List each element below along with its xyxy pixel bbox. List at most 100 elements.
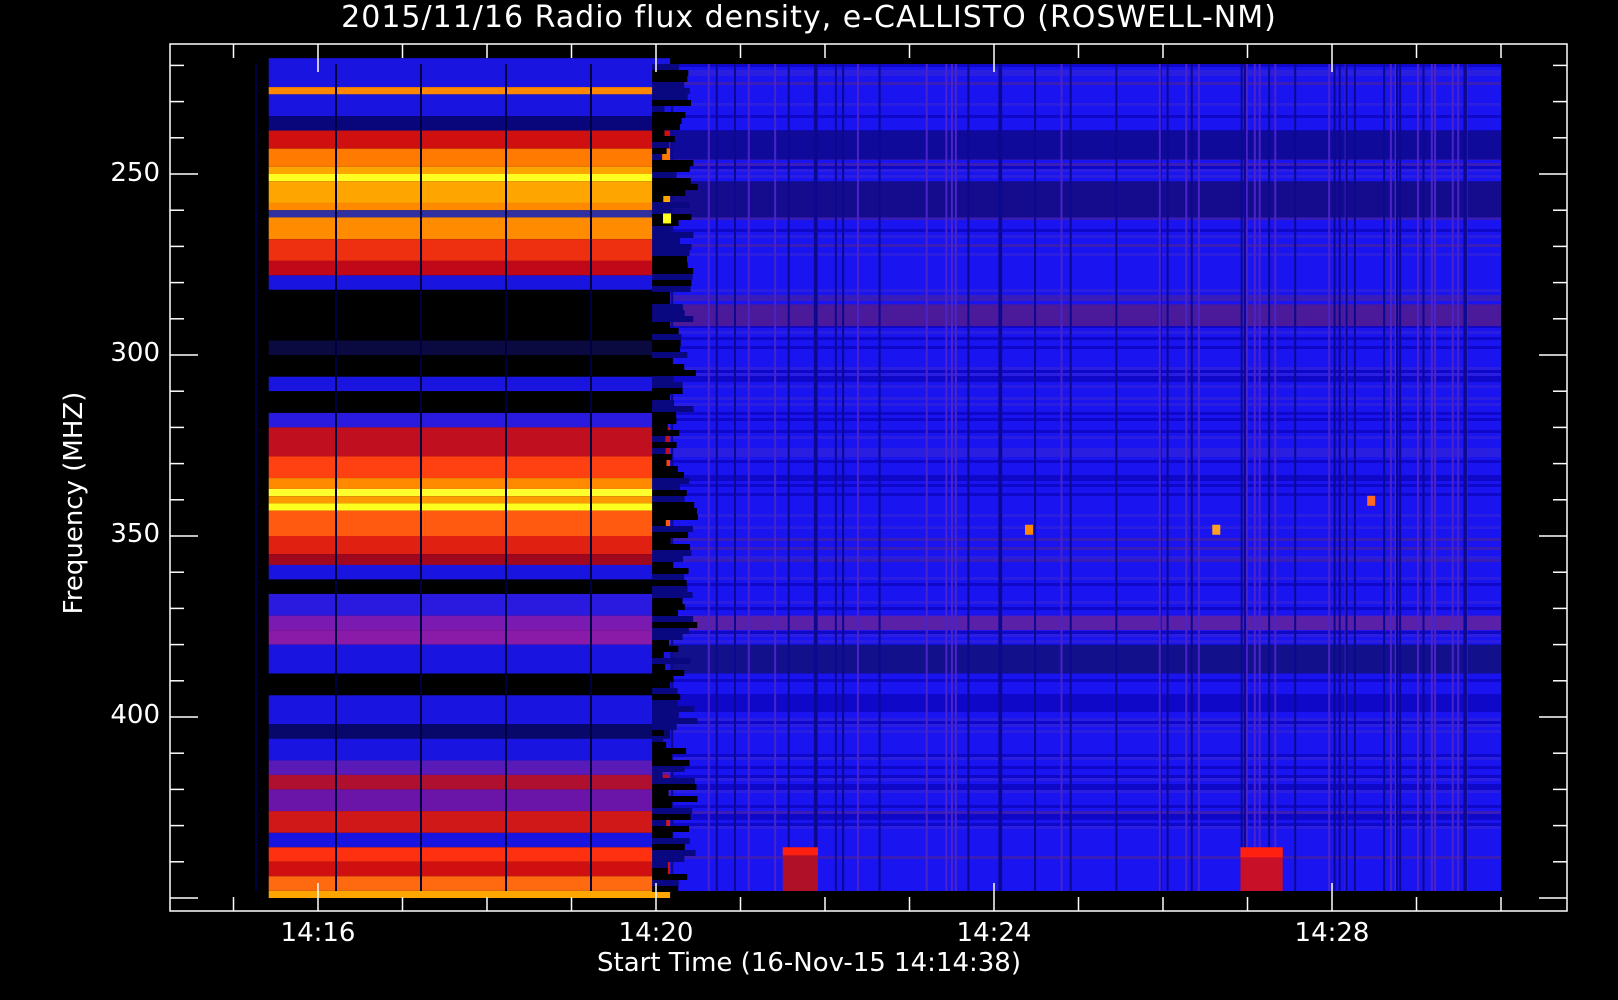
spectrogram-streak xyxy=(1464,64,1467,891)
spectrogram-background-band xyxy=(670,70,1501,73)
emission-band xyxy=(268,260,671,276)
spectrogram-streak xyxy=(1416,64,1419,891)
spectrogram-streak xyxy=(420,64,422,891)
transition-edge xyxy=(652,676,674,682)
transition-edge xyxy=(652,868,668,874)
spectrogram-streak xyxy=(715,64,718,891)
spectrogram-streak xyxy=(878,64,881,891)
transition-edge xyxy=(652,100,691,106)
transition-edge xyxy=(652,346,681,352)
spectrogram-streak xyxy=(925,64,928,891)
transition-edge xyxy=(652,118,682,124)
transition-edge xyxy=(652,304,683,310)
transition-edge xyxy=(652,586,688,592)
spectrogram-background-band xyxy=(670,451,1501,454)
spectrogram-background-band xyxy=(670,82,1501,85)
transition-edge xyxy=(652,616,694,622)
transition-edge xyxy=(652,166,690,172)
burst-dot xyxy=(1212,524,1221,535)
transition-edge xyxy=(652,790,669,796)
emission-band xyxy=(268,630,671,645)
transition-edge xyxy=(652,478,690,484)
spectrogram-background-band xyxy=(670,103,1501,106)
transition-edge xyxy=(652,406,694,412)
emission-band xyxy=(268,832,671,848)
spectrogram-background-band xyxy=(670,403,1501,406)
spectrogram-background-band xyxy=(670,817,1501,820)
spectrogram-streak xyxy=(856,64,859,891)
emission-band xyxy=(268,87,671,95)
transition-edge xyxy=(652,874,688,880)
spectrogram-background-band xyxy=(670,418,1501,421)
y-tick-label: 350 xyxy=(110,519,160,549)
transition-edge xyxy=(652,76,688,82)
transition-edge xyxy=(652,772,663,778)
spectrogram-streak xyxy=(1338,64,1341,891)
spectrogram-streak xyxy=(1115,64,1118,891)
transition-edge xyxy=(652,88,690,94)
emission-band xyxy=(268,774,671,790)
transition-edge xyxy=(652,244,692,250)
spectrogram-streak xyxy=(1069,64,1072,891)
transition-edge xyxy=(652,82,685,88)
spectrogram-background-band xyxy=(670,115,1501,118)
spectrogram-streak xyxy=(998,64,1001,891)
spectrogram-streak xyxy=(335,64,337,891)
transition-edge xyxy=(652,628,689,634)
spectrogram-background-band xyxy=(670,367,1501,370)
spectrogram-streak xyxy=(1274,64,1277,891)
transition-edge xyxy=(652,796,698,802)
spectrogram-background-band xyxy=(670,412,1501,415)
x-tick-label: 14:24 xyxy=(956,918,1032,948)
transition-edge xyxy=(652,700,678,706)
spectrogram-background-band xyxy=(670,601,1501,604)
transition-edge xyxy=(652,670,685,676)
emission-band xyxy=(268,456,671,479)
spectrogram-background-band xyxy=(670,559,1501,562)
transition-edge xyxy=(652,862,668,868)
transition-edge xyxy=(652,844,685,850)
emission-band xyxy=(268,340,671,355)
transition-edge xyxy=(652,748,687,754)
spectrogram-streak xyxy=(834,64,837,891)
spectrogram-streak xyxy=(734,64,737,891)
spectrogram-background-band xyxy=(670,775,1501,778)
emission-band xyxy=(268,174,671,182)
transition-edge xyxy=(652,580,687,586)
transition-edge xyxy=(652,184,698,190)
spectrogram-streak xyxy=(774,64,777,891)
transition-edge xyxy=(652,160,694,166)
spectrogram-background-band xyxy=(670,826,1501,829)
spectrogram-background-band xyxy=(670,721,1501,724)
transition-edge xyxy=(652,382,683,388)
transition-edge xyxy=(652,640,670,646)
emission-band xyxy=(268,760,671,775)
transition-edge xyxy=(652,820,667,826)
emission-band xyxy=(268,210,671,218)
spectrogram-streak xyxy=(954,64,957,891)
transition-edge xyxy=(652,724,677,730)
spectrogram-background-band xyxy=(670,514,1501,517)
spectrogram-background-band xyxy=(670,547,1501,550)
spectrogram-streak xyxy=(1294,64,1297,891)
spectrogram-background-band xyxy=(670,700,1501,703)
spectrogram-streak xyxy=(1190,64,1193,891)
spectrogram-streak xyxy=(1060,64,1063,891)
transition-edge xyxy=(652,232,694,238)
spectrogram-background-band xyxy=(670,64,1501,67)
spectrogram-background-band xyxy=(670,460,1501,463)
transition-edge xyxy=(652,466,678,472)
spectrogram-background-band xyxy=(670,217,1501,220)
transition-edge xyxy=(652,712,679,718)
spectrogram-streak xyxy=(1240,64,1243,891)
spectrogram-background-band xyxy=(670,811,1501,814)
spectrogram-background-band xyxy=(670,373,1501,376)
transition-edge xyxy=(652,682,665,688)
transition-edge xyxy=(652,538,671,544)
spectrogram-streak xyxy=(1166,64,1169,891)
transition-edge xyxy=(652,778,695,784)
transition-edge xyxy=(652,112,686,118)
spectrogram-background-band xyxy=(670,163,1501,166)
y-tick-label: 400 xyxy=(110,700,160,730)
transition-edge xyxy=(652,550,692,556)
